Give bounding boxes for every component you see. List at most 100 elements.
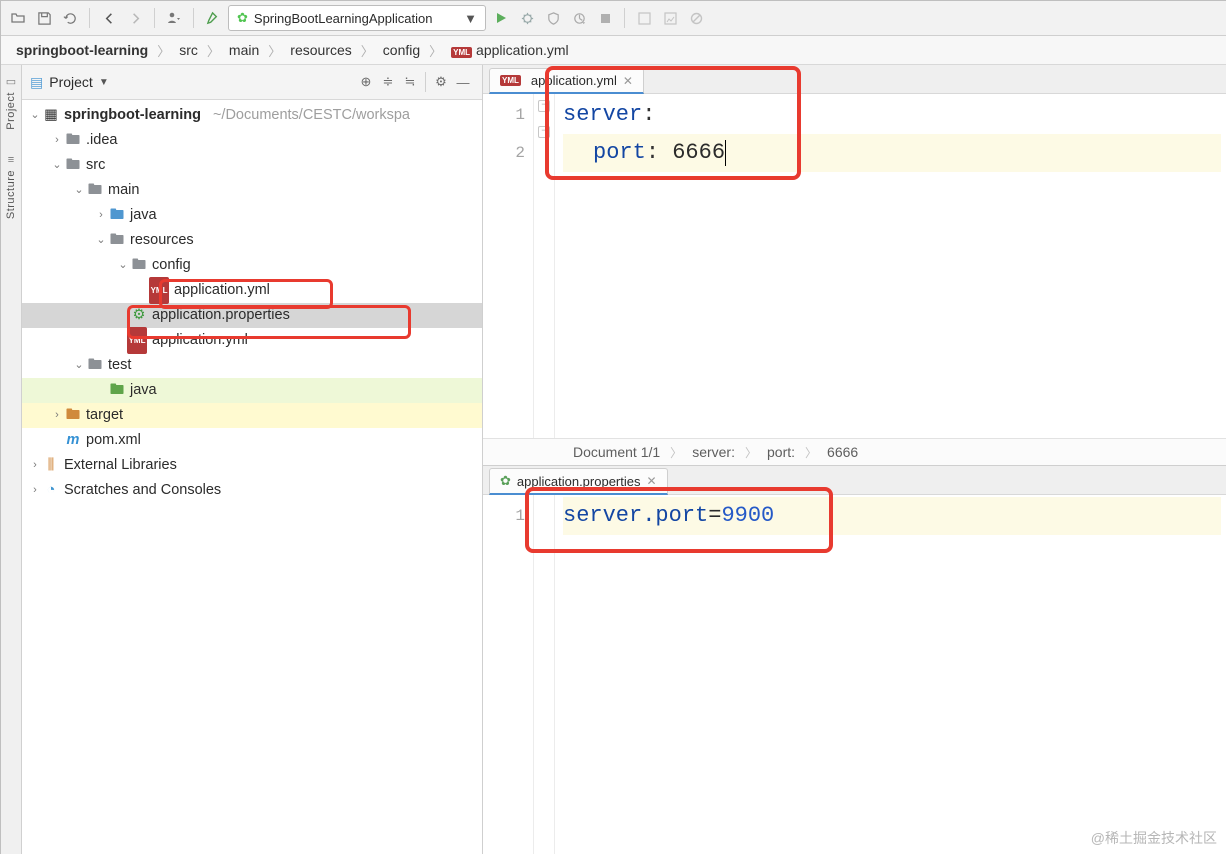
structure-rail-icon: ≡ <box>8 154 14 166</box>
tree-config[interactable]: ⌄ 🖿 config <box>22 253 482 278</box>
rail-structure[interactable]: ≡ Structure <box>5 154 17 219</box>
tree-idea[interactable]: › 🖿 .idea <box>22 128 482 153</box>
tree-root[interactable]: ⌄ ▦ springboot-learning ~/Documents/CEST… <box>22 103 482 128</box>
fold-icon[interactable]: − <box>538 126 550 138</box>
collapse-all-icon[interactable]: ≒ <box>399 71 421 93</box>
hide-icon[interactable]: — <box>452 71 474 93</box>
folder-icon: 🖿 <box>86 353 104 378</box>
left-tool-rail: ▭ Project ≡ Structure <box>1 65 22 854</box>
tree-main[interactable]: ⌄ 🖿 main <box>22 178 482 203</box>
disabled-icon[interactable] <box>685 7 707 29</box>
open-icon[interactable] <box>7 7 29 29</box>
code-body[interactable]: server: port: 6666 <box>555 94 1226 438</box>
crumb-resources[interactable]: resources <box>283 41 358 59</box>
users-icon[interactable] <box>163 7 185 29</box>
chevron-down-icon: ▼ <box>99 77 109 88</box>
resources-folder-icon: 🖿 <box>108 228 126 253</box>
tab-label: application.yml <box>531 73 617 88</box>
fold-column <box>534 495 555 854</box>
profile-icon[interactable] <box>568 7 590 29</box>
tree-ext-lib[interactable]: › ⫼ External Libraries <box>22 453 482 478</box>
maven-file-icon: m <box>64 428 82 453</box>
yml-icon: YML <box>451 47 472 58</box>
toggle-2-icon[interactable] <box>659 7 681 29</box>
save-icon[interactable] <box>33 7 55 29</box>
forward-icon[interactable] <box>124 7 146 29</box>
chevron-right-icon: › <box>50 128 64 153</box>
tree-resources[interactable]: ⌄ 🖿 resources <box>22 228 482 253</box>
navigation-breadcrumb: springboot-learning 〉 src 〉 main 〉 resou… <box>1 36 1226 65</box>
chevron-right-icon: 〉 <box>745 444 757 461</box>
crumb-project[interactable]: springboot-learning <box>9 41 155 59</box>
editor-breadcrumb-bar: Document 1/1 〉 server: 〉 port: 〉 6666 <box>483 438 1226 465</box>
status-doc: Document 1/1 <box>573 444 660 460</box>
toggle-1-icon[interactable] <box>633 7 655 29</box>
line-gutter: 1 <box>483 495 534 854</box>
separator <box>425 72 426 92</box>
crumb-file[interactable]: YMLapplication.yml <box>444 41 576 59</box>
watermark-text: @稀土掘金技术社区 <box>1091 828 1217 848</box>
chevron-right-icon: 〉 <box>670 444 682 461</box>
tree-src[interactable]: ⌄ 🖿 src <box>22 153 482 178</box>
tree-java-main[interactable]: › 🖿 java <box>22 203 482 228</box>
run-config-label: SpringBootLearningApplication <box>254 11 433 26</box>
folder-icon: 🖿 <box>64 153 82 178</box>
gear-icon[interactable]: ⚙ <box>430 71 452 93</box>
code-body[interactable]: server.port=9900 <box>555 495 1226 854</box>
project-title[interactable]: ▤ Project ▼ <box>30 74 109 91</box>
yml-file-icon: YML <box>152 277 170 304</box>
project-tree[interactable]: ⌄ ▦ springboot-learning ~/Documents/CEST… <box>22 100 482 854</box>
stop-icon[interactable] <box>594 7 616 29</box>
tree-scratches[interactable]: › ◔ Scratches and Consoles <box>22 478 482 503</box>
close-icon[interactable]: ✕ <box>623 74 633 88</box>
separator <box>89 8 90 28</box>
locate-icon[interactable]: ⊕ <box>355 71 377 93</box>
chevron-right-icon: 〉 <box>157 41 170 60</box>
libraries-icon: ⫼ <box>42 453 60 478</box>
run-icon[interactable] <box>490 7 512 29</box>
tree-test[interactable]: ⌄ 🖿 test <box>22 353 482 378</box>
debug-icon[interactable] <box>516 7 538 29</box>
code-editor[interactable]: 1 server.port=9900 <box>483 495 1226 854</box>
fold-column: − − <box>534 94 555 438</box>
project-header: ▤ Project ▼ ⊕ ≑ ≒ ⚙ — <box>22 65 482 100</box>
folder-icon: 🖿 <box>86 178 104 203</box>
reload-icon[interactable] <box>59 7 81 29</box>
separator <box>154 8 155 28</box>
editor-yml: YML application.yml ✕ 1 2 − − <box>483 65 1226 466</box>
tree-pom[interactable]: m pom.xml <box>22 428 482 453</box>
chevron-right-icon: › <box>28 453 42 478</box>
tree-res-yml[interactable]: YML application.yml <box>22 328 482 353</box>
project-title-label: Project <box>49 74 93 90</box>
folder-icon: 🖿 <box>130 253 148 278</box>
tree-target[interactable]: › 🖿 target <box>22 403 482 428</box>
editor-tabbar: ✿ application.properties ✕ <box>483 466 1226 495</box>
rail-project[interactable]: ▭ Project <box>5 75 17 130</box>
build-icon[interactable] <box>202 7 224 29</box>
status-path-2[interactable]: port: <box>767 444 795 460</box>
run-config-combo[interactable]: ✿ SpringBootLearningApplication ▼ <box>228 5 486 31</box>
close-icon[interactable]: ✕ <box>646 474 656 488</box>
tree-app-properties[interactable]: ⚙ application.properties <box>22 303 482 328</box>
code-editor[interactable]: 1 2 − − server: port: 6666 <box>483 94 1226 438</box>
main-toolbar: ✿ SpringBootLearningApplication ▼ <box>1 1 1226 36</box>
folder-icon: 🖿 <box>64 128 82 153</box>
tree-java-test[interactable]: 🖿 java <box>22 378 482 403</box>
fold-icon[interactable]: − <box>538 100 550 112</box>
tab-application-properties[interactable]: ✿ application.properties ✕ <box>489 468 668 495</box>
crumb-src[interactable]: src <box>172 41 205 59</box>
tree-config-yml[interactable]: YML application.yml <box>22 278 482 303</box>
properties-icon: ✿ <box>500 473 511 489</box>
crumb-main[interactable]: main <box>222 41 266 59</box>
status-path-1[interactable]: server: <box>692 444 735 460</box>
crumb-config[interactable]: config <box>376 41 427 59</box>
expand-all-icon[interactable]: ≑ <box>377 71 399 93</box>
status-val[interactable]: 6666 <box>827 444 858 460</box>
chevron-right-icon: 〉 <box>429 41 442 60</box>
chevron-down-icon: ⌄ <box>116 253 130 278</box>
back-icon[interactable] <box>98 7 120 29</box>
coverage-icon[interactable] <box>542 7 564 29</box>
excluded-folder-icon: 🖿 <box>64 403 82 428</box>
chevron-right-icon: › <box>94 203 108 228</box>
tab-application-yml[interactable]: YML application.yml ✕ <box>489 68 644 94</box>
